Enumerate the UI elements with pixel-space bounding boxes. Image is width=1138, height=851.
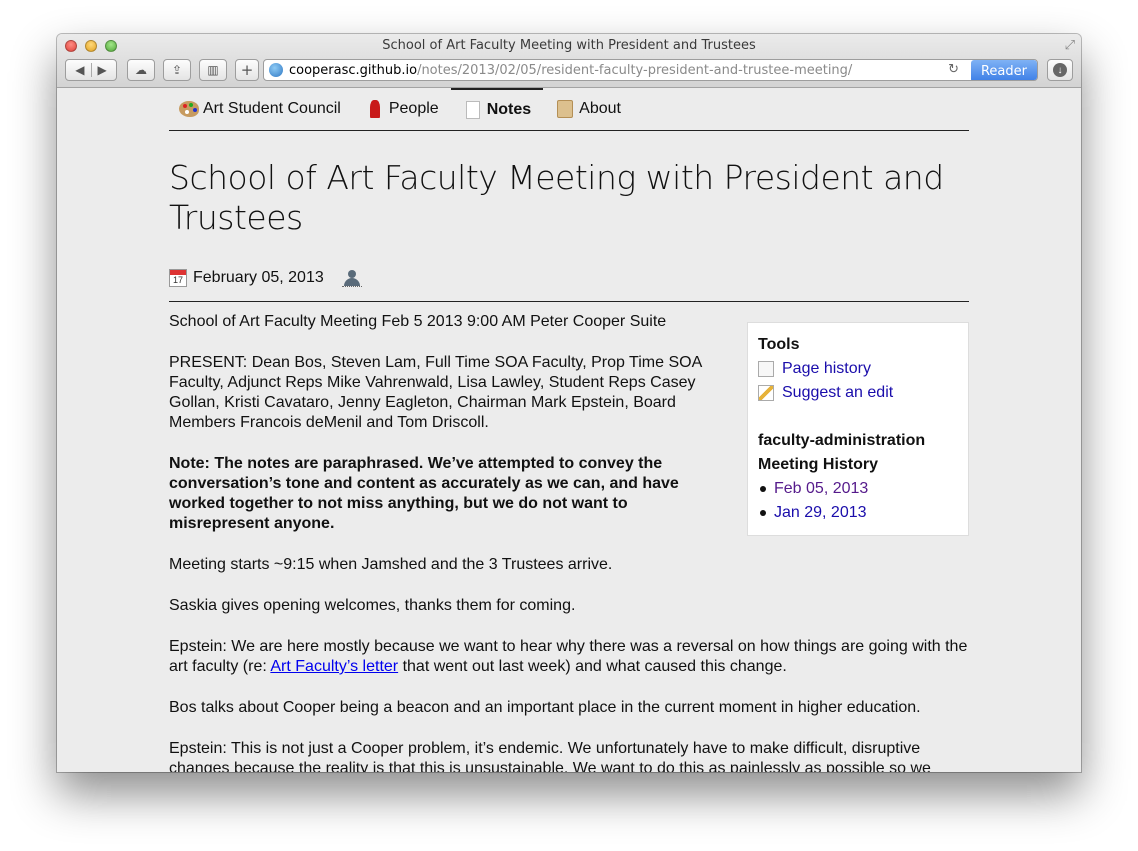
list-item: Jan 29, 2013 xyxy=(758,501,958,525)
window-title: School of Art Faculty Meeting with Presi… xyxy=(382,38,756,53)
note-paragraph: Note: The notes are paraphrased. We’ve a… xyxy=(169,455,679,532)
plus-icon: + xyxy=(240,61,254,79)
tools-heading: Tools xyxy=(758,336,800,353)
share-icon: ⇪ xyxy=(171,63,183,77)
paragraph: Bos talks about Cooper being a beacon an… xyxy=(169,699,921,716)
history-icon xyxy=(758,361,774,377)
meeting-history-heading: Meeting History xyxy=(758,456,879,473)
meeting-history-list: Feb 05, 2013 Jan 29, 2013 xyxy=(758,477,958,525)
author-icon[interactable] xyxy=(341,269,362,287)
paragraph: Epstein: We are here mostly because we w… xyxy=(169,638,968,675)
suggest-edit-link[interactable]: Suggest an edit xyxy=(758,381,958,405)
tools-panel: Tools Page history Suggest an edit facul… xyxy=(747,322,969,536)
palette-icon xyxy=(179,99,199,119)
dancer-icon xyxy=(365,99,385,119)
page-content: Art Student Council People Notes About S… xyxy=(169,88,969,772)
paragraph: PRESENT: Dean Bos, Steven Lam, Full Time… xyxy=(169,354,702,431)
sidebar-button[interactable]: ▥ xyxy=(199,59,227,81)
add-bookmark-button[interactable]: + xyxy=(235,59,259,81)
sidebar-icon: ▥ xyxy=(207,63,219,77)
nav-label: People xyxy=(388,100,439,117)
nav-item-notes[interactable]: Notes xyxy=(450,88,544,130)
title-bar: School of Art Faculty Meeting with Presi… xyxy=(57,34,1081,88)
browser-toolbar: ◀ ▶ ☁ ⇪ ▥ + cooperasc.github.io/notes/20… xyxy=(65,59,1073,81)
icloud-tabs-button[interactable]: ☁ xyxy=(127,59,155,81)
download-icon: ↓ xyxy=(1053,63,1067,77)
scroll-icon xyxy=(555,99,575,119)
nav-label: Art Student Council xyxy=(203,100,341,117)
document-icon xyxy=(463,100,483,120)
nav-label: About xyxy=(579,100,621,117)
paragraph: Meeting starts ~9:15 when Jamshed and th… xyxy=(169,556,613,573)
nav-label: Notes xyxy=(486,101,532,118)
post-meta: 17 February 05, 2013 xyxy=(169,264,969,292)
article-text: School of Art Faculty Meeting Feb 5 2013… xyxy=(169,312,967,772)
back-forward-buttons: ◀ ▶ xyxy=(65,59,117,81)
divider xyxy=(169,301,969,302)
reader-button[interactable]: Reader xyxy=(971,60,1037,80)
url-path: /notes/2013/02/05/resident-faculty-presi… xyxy=(417,62,853,78)
paragraph: School of Art Faculty Meeting Feb 5 2013… xyxy=(169,313,667,330)
meeting-link[interactable]: Feb 05, 2013 xyxy=(774,477,868,501)
meeting-link[interactable]: Jan 29, 2013 xyxy=(774,501,867,525)
downloads-button[interactable]: ↓ xyxy=(1047,59,1073,81)
globe-icon xyxy=(269,63,283,77)
page-title: School of Art Faculty Meeting with Presi… xyxy=(169,158,944,237)
nav-item-art-student-council[interactable]: Art Student Council xyxy=(169,88,353,130)
nav-item-about[interactable]: About xyxy=(543,88,633,130)
url-host: cooperasc.github.io xyxy=(289,62,418,78)
post-body: School of Art Faculty Meeting Feb 5 2013… xyxy=(169,312,969,772)
address-bar[interactable]: cooperasc.github.io/notes/2013/02/05/res… xyxy=(263,59,1038,81)
reload-icon[interactable]: ↻ xyxy=(948,62,959,77)
browser-window: School of Art Faculty Meeting with Presi… xyxy=(57,34,1081,772)
list-item: Feb 05, 2013 xyxy=(758,477,958,501)
site-nav: Art Student Council People Notes About xyxy=(169,88,969,131)
nav-item-people[interactable]: People xyxy=(353,88,451,130)
paragraph: Saskia gives opening welcomes, thanks th… xyxy=(169,597,576,614)
calendar-icon: 17 xyxy=(169,269,187,287)
cloud-icon: ☁ xyxy=(135,63,147,77)
web-page: Art Student Council People Notes About S… xyxy=(57,88,1081,772)
forward-arrow-icon[interactable]: ▶ xyxy=(98,63,107,77)
category-heading: faculty-administration xyxy=(758,432,926,449)
post-date: February 05, 2013 xyxy=(193,269,324,286)
share-button[interactable]: ⇪ xyxy=(163,59,191,81)
art-faculty-letter-link[interactable]: Art Faculty’s letter xyxy=(270,658,398,675)
fullscreen-icon[interactable]: ⤢ xyxy=(1065,37,1075,53)
back-arrow-icon[interactable]: ◀ xyxy=(75,63,84,77)
page-history-link[interactable]: Page history xyxy=(758,357,958,381)
pencil-icon xyxy=(758,385,774,401)
paragraph: Epstein: This is not just a Cooper probl… xyxy=(169,740,931,772)
